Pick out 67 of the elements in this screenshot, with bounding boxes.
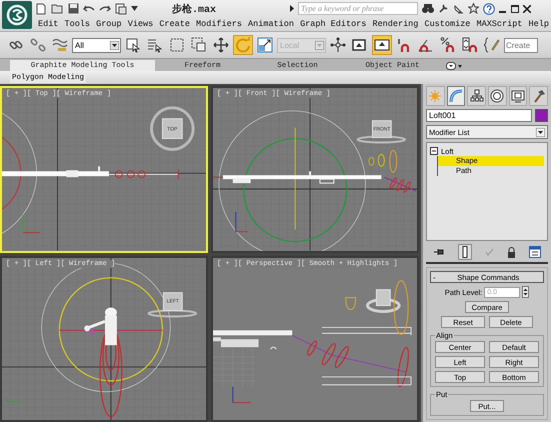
object-color-swatch[interactable] bbox=[535, 109, 548, 122]
maximize-icon[interactable] bbox=[511, 4, 520, 12]
shape-ellipses bbox=[368, 150, 398, 173]
rifle-drawing bbox=[84, 307, 117, 345]
search-field[interactable]: Type a keyword or phrase bbox=[298, 2, 418, 15]
axis-tripod-icon bbox=[22, 214, 40, 234]
object-name-field[interactable]: Loft001 bbox=[426, 109, 532, 122]
lock-icon[interactable] bbox=[507, 246, 516, 258]
help-icon[interactable] bbox=[483, 2, 496, 14]
file-name: 步枪.max bbox=[172, 2, 216, 16]
menu-item[interactable]: Graph Editors bbox=[300, 19, 366, 29]
menu-item[interactable]: Tools bbox=[64, 19, 90, 29]
menu-item[interactable]: MAXScript bbox=[476, 19, 522, 29]
new-file-icon[interactable] bbox=[35, 2, 47, 14]
app-logo-icon[interactable] bbox=[0, 0, 35, 31]
axis-tripod-icon bbox=[232, 386, 252, 403]
shape-rings bbox=[114, 168, 179, 180]
dropdown[interactable]: All bbox=[72, 38, 121, 52]
utilities-tab-icon[interactable] bbox=[529, 86, 548, 106]
open-folder-icon[interactable] bbox=[51, 3, 64, 14]
display-tab-icon[interactable] bbox=[508, 86, 528, 106]
menu-item[interactable]: Create bbox=[159, 19, 190, 29]
viewcube-icon[interactable] bbox=[366, 288, 401, 312]
collapse-icon[interactable] bbox=[430, 147, 438, 156]
menu-item[interactable]: Animation bbox=[248, 19, 294, 29]
menu-item[interactable]: Help bbox=[528, 19, 549, 29]
shape-rings bbox=[384, 176, 416, 193]
undo-icon[interactable] bbox=[83, 4, 95, 14]
axis-tripod-icon bbox=[235, 211, 248, 232]
play-arrow-icon[interactable] bbox=[290, 5, 294, 12]
modify-tab-icon[interactable] bbox=[446, 86, 466, 106]
close-icon[interactable] bbox=[523, 4, 532, 12]
menu-item[interactable]: Customize bbox=[424, 19, 470, 29]
menu-item[interactable]: Group bbox=[96, 19, 122, 29]
menu-item[interactable]: Views bbox=[128, 19, 154, 29]
check-icon[interactable] bbox=[484, 248, 494, 256]
show-end-result-icon[interactable] bbox=[458, 244, 472, 260]
dropdown-arrow-icon[interactable] bbox=[110, 40, 119, 50]
menu-item[interactable]: Edit bbox=[38, 19, 58, 29]
redo-icon[interactable] bbox=[99, 4, 111, 14]
menu-item[interactable]: Rendering bbox=[372, 19, 418, 29]
dropdown-arrow-icon[interactable] bbox=[536, 128, 545, 137]
ribbon-options-icon[interactable] bbox=[446, 62, 462, 70]
motion-tab-icon[interactable] bbox=[488, 86, 507, 106]
spinner-icon[interactable] bbox=[522, 286, 530, 298]
caret-icon[interactable] bbox=[131, 6, 138, 11]
viewcube-icon[interactable] bbox=[148, 292, 198, 317]
pivot-icon[interactable] bbox=[328, 35, 348, 55]
binoculars-icon[interactable] bbox=[422, 3, 434, 14]
configure-icon[interactable] bbox=[529, 246, 542, 258]
menu-item[interactable]: Modifiers bbox=[196, 19, 242, 29]
move-icon[interactable] bbox=[211, 35, 231, 55]
named-selection-icon[interactable] bbox=[482, 35, 502, 55]
axis-tripod-icon bbox=[6, 396, 22, 402]
star-icon[interactable] bbox=[468, 3, 480, 14]
named-selection-field[interactable]: Create bbox=[504, 38, 538, 52]
shape-ellipses bbox=[345, 280, 409, 334]
viewcube-icon[interactable] bbox=[356, 120, 406, 144]
scale-icon[interactable] bbox=[255, 35, 275, 55]
pin-icon[interactable] bbox=[432, 247, 445, 257]
ground-grid bbox=[213, 348, 255, 387]
save-icon[interactable] bbox=[68, 3, 79, 14]
viewcube-icon[interactable] bbox=[150, 106, 195, 151]
hierarchy-tab-icon[interactable] bbox=[467, 86, 486, 106]
satellite-dish-icon[interactable] bbox=[453, 3, 464, 14]
spinner-snap-icon[interactable] bbox=[460, 35, 480, 55]
wrench-icon[interactable] bbox=[438, 3, 450, 14]
